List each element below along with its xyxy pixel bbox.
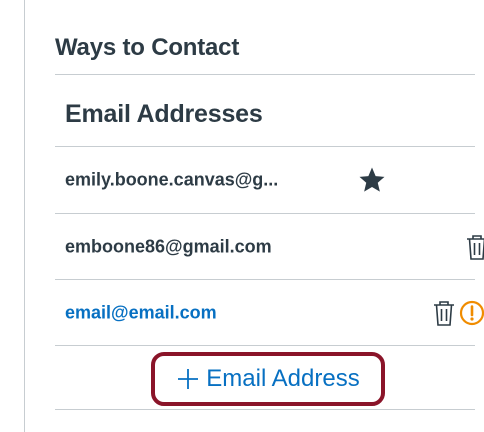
divider — [55, 345, 475, 346]
email-address: emboone86@gmail.com — [65, 236, 272, 257]
ways-to-contact-panel: Ways to Contact Email Addresses emily.bo… — [24, 0, 484, 432]
add-email-highlight: Email Address — [151, 352, 385, 406]
warning-icon[interactable] — [459, 300, 484, 326]
section-title: Ways to Contact — [55, 34, 240, 61]
add-email-label: Email Address — [206, 365, 360, 392]
trash-icon[interactable] — [465, 233, 484, 261]
add-email-button[interactable]: Email Address — [155, 356, 381, 402]
list-item: email@email.com — [55, 280, 484, 346]
divider — [55, 409, 475, 410]
plus-icon — [178, 369, 199, 389]
email-link[interactable]: email@email.com — [65, 303, 217, 324]
trash-icon[interactable] — [432, 299, 456, 327]
divider — [55, 74, 475, 75]
list-item: emily.boone.canvas@g... — [55, 147, 475, 213]
star-icon — [359, 167, 385, 192]
email-addresses-heading: Email Addresses — [65, 100, 263, 128]
list-item: emboone86@gmail.com — [55, 214, 484, 280]
email-address: emily.boone.canvas@g... — [65, 169, 279, 190]
